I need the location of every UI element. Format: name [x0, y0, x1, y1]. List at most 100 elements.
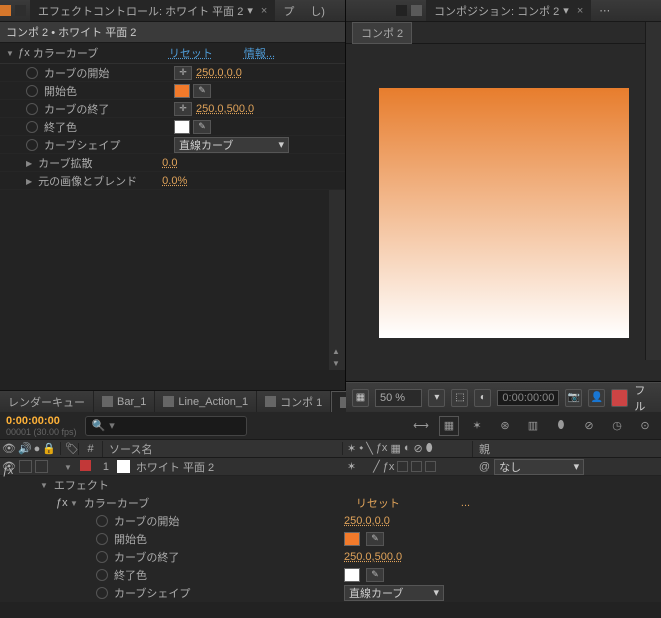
user-icon[interactable]: 👤 — [588, 389, 605, 407]
scroll-arrow-up-icon[interactable]: ▲ — [332, 347, 342, 356]
parent-column-header[interactable]: 親 — [472, 441, 661, 457]
reset-link[interactable]: リセット — [169, 45, 244, 61]
prop-value[interactable]: 250.0,0.0 — [196, 67, 242, 79]
stopwatch-icon[interactable] — [26, 67, 38, 79]
tab-overflow[interactable]: ⋯ — [591, 0, 618, 21]
label-column[interactable]: 🏷 — [60, 442, 78, 455]
composition-tab[interactable]: コンポジション: コンポ 2 ▾ × — [426, 0, 591, 21]
prop-value[interactable]: 0.0 — [162, 157, 177, 169]
scrollbar-vertical[interactable] — [645, 22, 661, 360]
viewer-canvas-area[interactable] — [346, 44, 661, 382]
twirl-icon[interactable] — [40, 479, 48, 491]
fx-icon[interactable]: ƒx — [18, 47, 30, 59]
clock-icon[interactable]: ◷ — [607, 416, 627, 436]
switch-col-icon[interactable]: ▦ — [390, 442, 400, 455]
disc-icon[interactable]: ⊘ — [579, 416, 599, 436]
layer-row[interactable]: 👁 1 ホワイト 平面 2 ✶╱ƒx @ なし▾ — [0, 458, 661, 476]
eye-icon[interactable]: 👁 — [2, 442, 16, 455]
eyedropper-icon[interactable]: ✎ — [193, 120, 211, 134]
solo-icon[interactable]: ● — [34, 443, 41, 455]
about-link[interactable]: 情報... — [244, 45, 275, 61]
chevron-down-icon[interactable]: ▾ — [109, 419, 115, 432]
eyedropper-icon[interactable]: ✎ — [366, 568, 384, 582]
resolution-icon[interactable]: ⬚ — [451, 389, 468, 407]
solo-toggle[interactable] — [19, 460, 32, 473]
twirl-icon[interactable] — [6, 47, 14, 59]
more-link[interactable]: ... — [461, 497, 470, 509]
next-tab-fragment[interactable]: プ — [275, 0, 302, 21]
parent-dropdown[interactable]: なし▾ — [494, 459, 584, 475]
chevron-down-icon[interactable]: ▾ — [428, 389, 445, 407]
prop-value[interactable]: 250.0,500.0 — [196, 103, 254, 115]
switch-col-icon[interactable]: ⬮ — [426, 442, 433, 455]
source-column-header[interactable]: ソース名 — [102, 441, 342, 457]
pickwhip-icon[interactable]: @ — [479, 461, 490, 473]
switch-col-icon[interactable]: ⬩ — [359, 442, 363, 455]
eyedropper-icon[interactable]: ✎ — [366, 532, 384, 546]
prop-value[interactable]: 250.0,0.0 — [344, 515, 390, 527]
stopwatch-icon[interactable] — [96, 569, 108, 581]
layer-switches[interactable]: ✶╱ƒx — [343, 460, 473, 473]
camera-icon[interactable]: 📷 — [565, 389, 582, 407]
brain-icon[interactable]: ⊛ — [495, 416, 515, 436]
tab-line-action[interactable]: Line_Action_1 — [155, 391, 257, 412]
lock-icon[interactable]: 🔒 — [42, 442, 56, 455]
chevron-down-icon[interactable]: ▾ — [247, 4, 253, 17]
stopwatch-icon[interactable] — [26, 139, 38, 151]
color-swatch[interactable] — [174, 84, 190, 98]
switch-col-icon[interactable]: ✶ — [347, 442, 356, 455]
frame-blend-icon[interactable]: ▦ — [439, 416, 459, 436]
graph-icon[interactable]: ▥ — [523, 416, 543, 436]
color-swatch[interactable] — [344, 532, 360, 546]
mask-icon[interactable]: ◐ — [474, 389, 491, 407]
comp-nested-tab[interactable]: コンポ 2 — [352, 22, 412, 44]
scrollbar-vertical[interactable]: ▲ ▼ — [329, 190, 345, 370]
switch-col-icon[interactable]: ◐ — [404, 442, 411, 455]
switch-col-icon[interactable]: ƒx — [376, 442, 388, 455]
close-icon[interactable]: × — [577, 5, 583, 17]
speaker-icon[interactable]: 🔊 — [18, 442, 32, 455]
layer-color-swatch[interactable] — [80, 460, 91, 471]
stopwatch-icon[interactable] — [26, 121, 38, 133]
twirl-icon[interactable] — [26, 157, 32, 169]
tab-comp1[interactable]: コンポ 1 — [257, 391, 331, 412]
zoom-dropdown[interactable]: 50 % — [375, 389, 422, 407]
motion-blur-icon[interactable]: ✶ — [467, 416, 487, 436]
pill-icon[interactable]: ⬮ — [551, 416, 571, 436]
search-input[interactable]: 🔍 ▾ — [85, 416, 247, 436]
stopwatch-icon[interactable] — [26, 103, 38, 115]
reset-link[interactable]: リセット — [356, 495, 461, 511]
time-display[interactable]: 0:00:00:00 — [497, 390, 559, 406]
effect-controls-tab[interactable]: エフェクトコントロール: ホワイト 平面 2 ▾ × — [30, 0, 275, 21]
twirl-icon[interactable] — [70, 497, 78, 509]
eyedropper-icon[interactable]: ✎ — [193, 84, 211, 98]
index-column-header[interactable]: # — [78, 443, 102, 455]
shape-dropdown[interactable]: 直線カーブ▾ — [344, 585, 444, 601]
twirl-icon[interactable] — [26, 175, 32, 187]
color-swatch[interactable] — [174, 120, 190, 134]
fx-icon[interactable]: ƒx — [56, 497, 68, 509]
switch-col-icon[interactable]: ⊘ — [414, 442, 423, 455]
stopwatch-icon[interactable]: ⊙ — [635, 416, 655, 436]
prop-value[interactable]: 250.0,500.0 — [344, 551, 402, 563]
switch-col-icon[interactable]: ╲ — [366, 442, 373, 455]
crosshair-icon[interactable]: ✛ — [174, 102, 192, 116]
color-swatch[interactable] — [344, 568, 360, 582]
tab-bar1[interactable]: Bar_1 — [94, 391, 155, 412]
prop-value[interactable]: 0.0% — [162, 175, 187, 187]
shy-icon[interactable]: ⟷ — [411, 416, 431, 436]
stopwatch-icon[interactable] — [96, 587, 108, 599]
chevron-down-icon[interactable]: ▾ — [563, 4, 569, 17]
stopwatch-icon[interactable] — [96, 515, 108, 527]
quality-label[interactable]: フル — [634, 382, 655, 414]
stopwatch-icon[interactable] — [96, 533, 108, 545]
grid-icon[interactable]: ▦ — [352, 389, 369, 407]
close-icon[interactable]: × — [261, 5, 267, 17]
shape-dropdown[interactable]: 直線カーブ▾ — [174, 137, 289, 153]
scroll-arrow-down-icon[interactable]: ▼ — [332, 359, 342, 368]
crosshair-icon[interactable]: ✛ — [174, 66, 192, 80]
current-time[interactable]: 0:00:00:00 — [6, 415, 77, 427]
stopwatch-icon[interactable] — [96, 551, 108, 563]
tab-render-queue[interactable]: レンダーキュー — [0, 391, 94, 412]
3d-icon[interactable] — [611, 389, 628, 407]
